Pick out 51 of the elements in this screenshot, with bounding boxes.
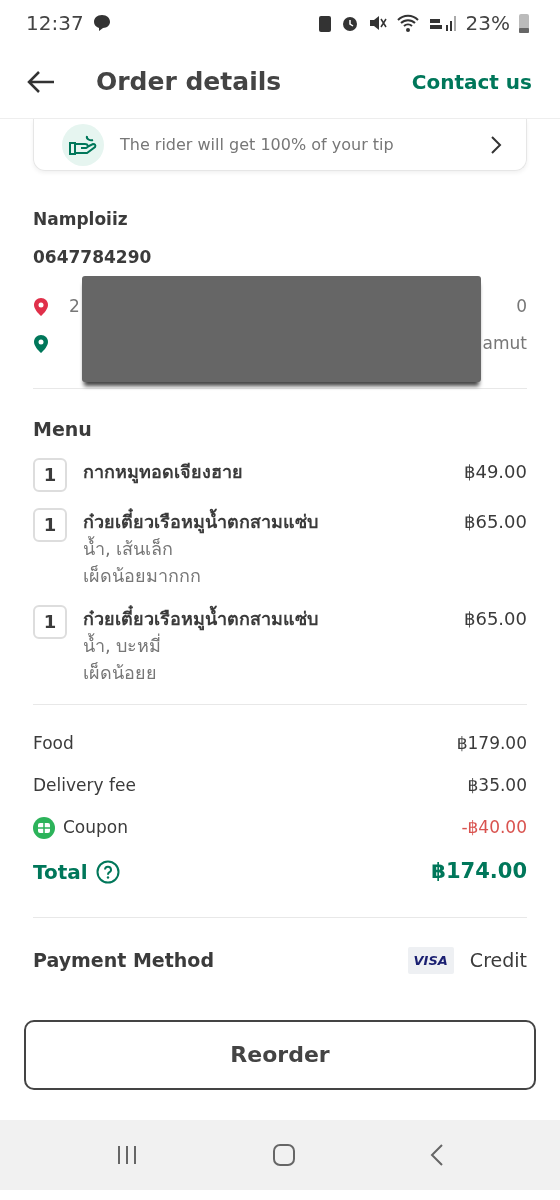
summary-label: Delivery fee <box>33 773 136 797</box>
page-title: Order details <box>96 65 282 98</box>
back-arrow-icon <box>26 69 56 94</box>
summary-amount: ฿35.00 <box>467 773 527 797</box>
tip-card[interactable]: The rider will get 100% of your tip <box>33 119 527 171</box>
quantity-badge: 1 <box>33 457 67 492</box>
item-option: เผ็ดน้อยย <box>83 658 448 686</box>
coupon-icon <box>33 816 55 839</box>
hand-coin-icon <box>69 134 97 155</box>
address-text: 2 <box>69 294 80 318</box>
back-icon[interactable] <box>429 1142 446 1167</box>
reorder-button[interactable]: Reorder <box>24 1019 536 1090</box>
total-label: Total <box>33 858 88 886</box>
item-option: น้ำ, เส้นเล็ก <box>83 534 448 562</box>
battery-percent: 23% <box>465 9 510 37</box>
item-name: กากหมูทอดเจียงฮาย <box>83 459 244 485</box>
chat-bubble-icon <box>91 12 112 33</box>
payment-label: Payment Method <box>33 948 214 974</box>
tip-info-text: The rider will get 100% of your tip <box>120 133 394 156</box>
item-option: เผ็ดน้อยมากกก <box>83 561 448 589</box>
help-button[interactable] <box>95 859 120 884</box>
location-pin-icon <box>33 333 49 354</box>
help-icon <box>95 859 120 884</box>
item-price: ฿49.00 <box>464 459 527 484</box>
phone-number: 0647784290 <box>33 245 153 269</box>
location-pin-icon <box>33 296 49 317</box>
item-price: ฿65.00 <box>464 509 527 534</box>
contact-link[interactable]: Contact us <box>411 66 532 97</box>
item-name: ก๋วยเตี๋ยวเรือหมูน้ำตกสามแซ่บ <box>83 604 319 632</box>
wifi-icon <box>395 12 420 33</box>
chevron-right-icon <box>490 134 502 155</box>
payment-method: Credit <box>469 948 527 974</box>
summary-amount: -฿40.00 <box>461 815 527 839</box>
item-name: ก๋วยเตี๋ยวเรือหมูน้ำตกสามแซ่บ <box>83 507 319 535</box>
item-price: ฿65.00 <box>464 606 527 631</box>
summary-amount: ฿179.00 <box>456 731 527 755</box>
quantity-badge: 1 <box>33 604 67 639</box>
customer-name: Namploiiz <box>33 208 129 231</box>
address-text: 0 <box>516 294 527 318</box>
clock-text: 12:37 <box>26 9 84 37</box>
back-button[interactable] <box>26 69 56 94</box>
summary-label: Coupon <box>63 815 128 839</box>
visa-logo: VISA <box>407 946 454 975</box>
item-option: น้ำ, บะหมี่ <box>83 631 448 659</box>
address-text: amut <box>482 331 527 355</box>
quantity-badge: 1 <box>33 507 67 542</box>
section-title: Menu <box>33 417 93 442</box>
total-amount: ฿174.00 <box>431 857 527 885</box>
battery-icon <box>518 11 530 34</box>
home-icon[interactable] <box>272 1142 296 1167</box>
summary-label: Food <box>33 731 74 755</box>
